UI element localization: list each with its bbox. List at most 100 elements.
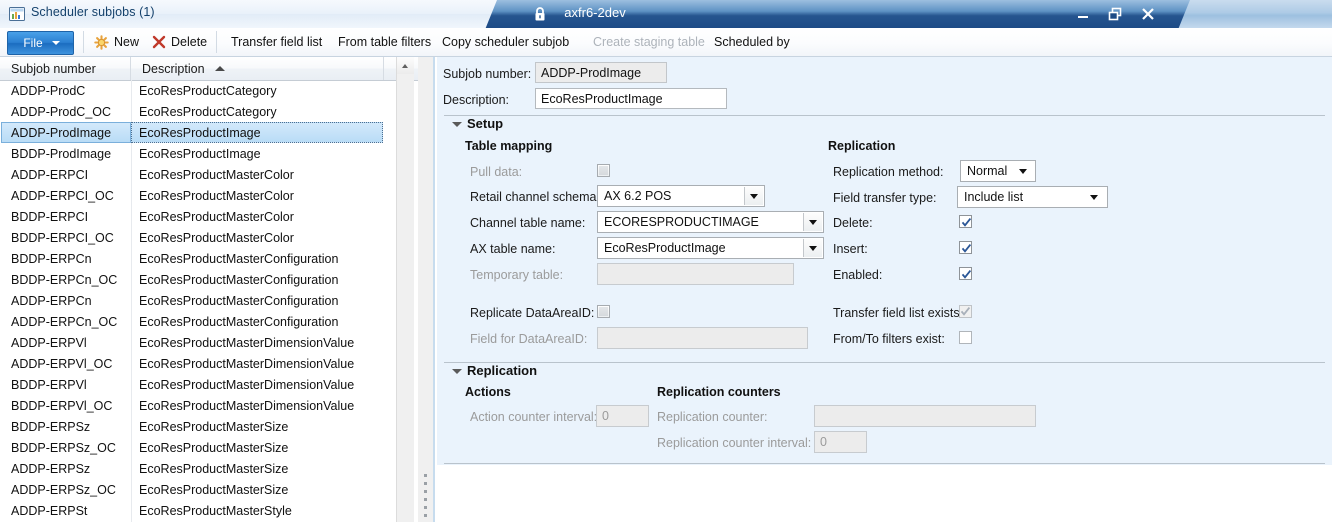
file-menu-button[interactable]: File xyxy=(7,31,74,55)
sort-ascending-icon xyxy=(214,66,225,71)
replication-collapse-icon[interactable] xyxy=(452,369,462,374)
toolbar-separator xyxy=(83,31,84,53)
channel-table-name-combobox[interactable]: ECORESPRODUCTIMAGE xyxy=(597,211,824,233)
toolbar-item-new[interactable]: New xyxy=(92,28,141,56)
from-to-filters-exist-checkbox xyxy=(959,331,972,344)
table-row[interactable]: BDDP-ProdImage EcoResProductImage xyxy=(0,143,418,164)
table-row[interactable]: BDDP-ERPCI EcoResProductMasterColor xyxy=(0,206,418,227)
table-row[interactable]: ADDP-ERPCn_OC EcoResProductMasterConfigur… xyxy=(0,311,418,332)
table-row[interactable]: ADDP-ProdC EcoResProductCategory xyxy=(0,80,418,101)
description-value: EcoResProductImage xyxy=(541,91,663,106)
enabled-checkbox[interactable] xyxy=(959,267,972,280)
table-row[interactable]: ADDP-ProdImage EcoResProductImage xyxy=(0,122,418,143)
table-row[interactable]: BDDP-ERPSz EcoResProductMasterSize xyxy=(0,416,418,437)
grid-column-label: Subjob number xyxy=(11,61,96,76)
cell-subjob-number: BDDP-ERPSz xyxy=(11,419,91,434)
maximize-button[interactable] xyxy=(1098,0,1132,28)
check-icon xyxy=(961,270,972,279)
grid-vertical-scrollbar[interactable] xyxy=(396,57,414,522)
scroll-up-button[interactable] xyxy=(397,57,414,74)
toolbar-item-transfer-field-list[interactable]: Transfer field list xyxy=(229,28,324,56)
description-field[interactable]: EcoResProductImage xyxy=(535,88,727,109)
table-row[interactable]: ADDP-ERPCI EcoResProductMasterColor xyxy=(0,164,418,185)
cell-subjob-number: BDDP-ERPVl xyxy=(11,377,87,392)
splitter-grip[interactable] xyxy=(424,474,428,517)
table-row[interactable]: ADDP-ERPVl_OC EcoResProductMasterDimensio… xyxy=(0,353,418,374)
table-row[interactable]: BDDP-ERPCI_OC EcoResProductMasterColor xyxy=(0,227,418,248)
dropdown-arrow-icon[interactable] xyxy=(803,213,822,231)
dropdown-arrow-icon[interactable] xyxy=(744,187,763,205)
table-row[interactable]: ADDP-ERPCn EcoResProductMasterConfigurati… xyxy=(0,290,418,311)
table-row[interactable]: ADDP-ERPSz_OC EcoResProductMasterSize xyxy=(0,479,418,500)
pull-data-checkbox[interactable] xyxy=(597,164,610,177)
cell-subjob-number: ADDP-ERPVl xyxy=(11,335,87,350)
table-row[interactable]: ADDP-ProdC_OC EcoResProductCategory xyxy=(0,101,418,122)
toolbar-item-from-table-filters[interactable]: From table filters xyxy=(336,28,433,56)
retail-channel-schema-value: AX 6.2 POS xyxy=(604,189,672,203)
table-row[interactable]: ADDP-ERPSt EcoResProductMasterStyle xyxy=(0,500,418,521)
insert-checkbox[interactable] xyxy=(959,241,972,254)
temporary-table-label: Temporary table: xyxy=(470,268,564,282)
replication-section-divider xyxy=(444,362,1325,363)
action-counter-interval-label: Action counter interval: xyxy=(470,410,598,424)
replication-method-value: Normal xyxy=(967,164,1008,178)
table-row[interactable]: BDDP-ERPVl_OC EcoResProductMasterDimensio… xyxy=(0,395,418,416)
replication-counter-interval-label: Replication counter interval: xyxy=(657,436,812,450)
cell-subjob-number: ADDP-ERPCI_OC xyxy=(11,188,114,203)
replication-method-label: Replication method: xyxy=(833,165,944,179)
cell-subjob-number: ADDP-ERPCn_OC xyxy=(11,314,118,329)
toolbar-item-copy-scheduler-subjob[interactable]: Copy scheduler subjob xyxy=(440,28,571,56)
channel-table-name-label: Channel table name: xyxy=(470,216,586,230)
cell-description: EcoResProductMasterColor xyxy=(139,230,294,245)
replication-method-combobox[interactable]: Normal xyxy=(960,160,1036,182)
check-icon xyxy=(960,307,971,316)
cell-subjob-number: BDDP-ERPCn xyxy=(11,251,92,266)
cell-description: EcoResProductMasterColor xyxy=(139,209,294,224)
table-row[interactable]: BDDP-ERPVl EcoResProductMasterDimensionVa… xyxy=(0,374,418,395)
ax-table-name-combobox[interactable]: EcoResProductImage xyxy=(597,237,824,259)
cell-description: EcoResProductMasterConfiguration xyxy=(139,251,339,266)
dropdown-arrow-icon[interactable] xyxy=(1090,194,1098,200)
title-bar-right xyxy=(1215,0,1332,28)
grid-column-description[interactable]: Description xyxy=(131,57,384,80)
cell-description: EcoResProductCategory xyxy=(139,83,277,98)
cell-subjob-number: BDDP-ERPCI xyxy=(11,209,89,224)
toolbar-item-label: Create staging table xyxy=(593,35,705,49)
channel-table-name-value: ECORESPRODUCTIMAGE xyxy=(604,215,759,229)
pane-splitter[interactable] xyxy=(418,57,435,522)
toolbar-item-create-staging-table: Create staging table xyxy=(591,28,707,56)
dropdown-arrow-icon[interactable] xyxy=(803,239,822,257)
table-row[interactable]: BDDP-ERPSz_OC EcoResProductMasterSize xyxy=(0,437,418,458)
retail-channel-schema-combobox[interactable]: AX 6.2 POS xyxy=(597,185,765,207)
toolbar-item-scheduled-by[interactable]: Scheduled by xyxy=(712,28,792,56)
table-row[interactable]: BDDP-ERPCn EcoResProductMasterConfigurati… xyxy=(0,248,418,269)
cell-subjob-number: BDDP-ProdImage xyxy=(11,146,112,161)
cell-subjob-number: BDDP-ERPCI_OC xyxy=(11,230,114,245)
toolbar-item-delete[interactable]: Delete xyxy=(150,28,209,56)
cell-subjob-number: ADDP-ERPCn xyxy=(11,293,92,308)
cell-description: EcoResProductMasterSize xyxy=(139,440,289,455)
setup-collapse-icon[interactable] xyxy=(452,122,462,127)
table-row[interactable]: ADDP-ERPCI_OC EcoResProductMasterColor xyxy=(0,185,418,206)
replicate-dataareaid-checkbox[interactable] xyxy=(597,305,610,318)
grid-column-subjob-number[interactable]: Subjob number xyxy=(0,57,131,80)
subjob-number-field[interactable]: ADDP-ProdImage xyxy=(535,62,667,83)
transfer-field-list-exists-checkbox xyxy=(959,305,972,318)
dropdown-arrow-icon[interactable] xyxy=(1019,168,1027,174)
table-row[interactable]: ADDP-ERPSz EcoResProductMasterSize xyxy=(0,458,418,479)
retail-channel-schema-label: Retail channel schema: xyxy=(470,190,600,204)
close-button[interactable] xyxy=(1131,0,1165,28)
field-transfer-type-combobox[interactable]: Include list xyxy=(957,186,1108,208)
minimize-button[interactable] xyxy=(1066,0,1100,28)
cell-description: EcoResProductMasterConfiguration xyxy=(139,272,339,287)
application-window: Scheduler subjobs (1) axfr6-2dev File Ne… xyxy=(0,0,1332,522)
action-counter-interval-value: 0 xyxy=(602,409,609,423)
delete-checkbox[interactable] xyxy=(959,215,972,228)
table-row[interactable]: ADDP-ERPVl EcoResProductMasterDimensionVa… xyxy=(0,332,418,353)
toolbar-item-label: Copy scheduler subjob xyxy=(442,35,570,49)
replication-counter-label: Replication counter: xyxy=(657,410,768,424)
chevron-down-icon xyxy=(51,41,60,45)
replication-section-title: Replication xyxy=(467,363,538,378)
table-row[interactable]: BDDP-ERPCn_OC EcoResProductMasterConfigur… xyxy=(0,269,418,290)
toolbar-item-label: Scheduled by xyxy=(714,35,790,49)
